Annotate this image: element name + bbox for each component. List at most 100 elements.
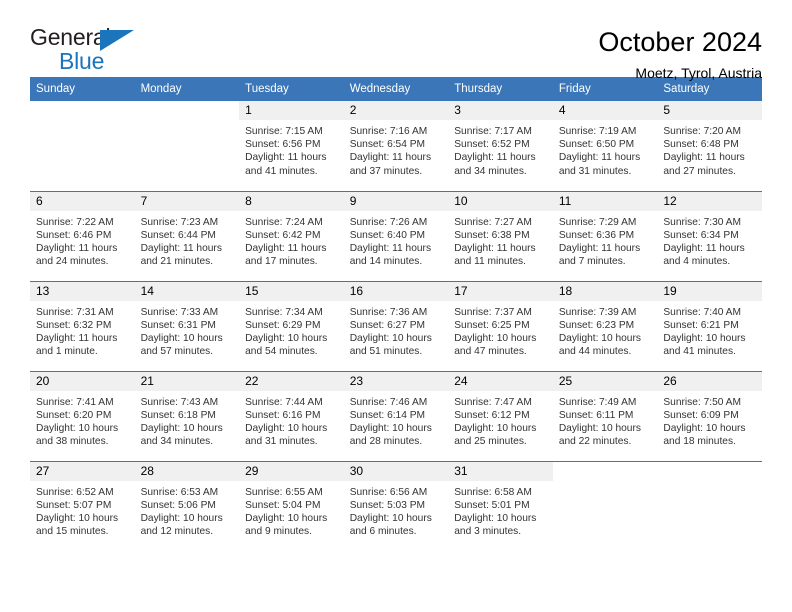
calendar-cell[interactable]: 3 Sunrise: 7:17 AM Sunset: 6:52 PM Dayli…: [448, 101, 553, 191]
calendar-cell[interactable]: 15 Sunrise: 7:34 AM Sunset: 6:29 PM Dayl…: [239, 280, 344, 371]
day-number: [135, 101, 240, 120]
day-details: Sunrise: 7:31 AM Sunset: 6:32 PM Dayligh…: [30, 301, 135, 359]
day-number: 28: [134, 461, 240, 481]
day-details: Sunrise: 6:56 AM Sunset: 5:03 PM Dayligh…: [344, 481, 449, 539]
sunset-text: Sunset: 6:09 PM: [663, 409, 739, 421]
calendar-week-row: 27 Sunrise: 6:52 AM Sunset: 5:07 PM Dayl…: [30, 460, 762, 551]
sunset-text: Sunset: 6:50 PM: [558, 139, 635, 151]
calendar-cell[interactable]: 5 Sunrise: 7:20 AM Sunset: 6:48 PM Dayli…: [657, 101, 762, 191]
calendar-cell[interactable]: 2 Sunrise: 7:16 AM Sunset: 6:54 PM Dayli…: [343, 101, 449, 191]
day-number: 10: [448, 191, 553, 211]
calendar-cell[interactable]: [30, 101, 135, 191]
general-blue-logo[interactable]: General Blue: [30, 26, 142, 74]
sunrise-text: Sunrise: 6:55 AM: [245, 486, 323, 498]
daylight-text-line2: and 57 minutes.: [140, 346, 214, 358]
calendar-cell[interactable]: 10 Sunrise: 7:27 AM Sunset: 6:38 PM Dayl…: [448, 190, 553, 281]
sunrise-text: Sunrise: 6:52 AM: [36, 486, 114, 498]
sunrise-sunset-calendar: Sunday Monday Tuesday Wednesday Thursday…: [30, 77, 762, 551]
sunrise-text: Sunrise: 7:29 AM: [558, 216, 637, 228]
calendar-cell[interactable]: 11 Sunrise: 7:29 AM Sunset: 6:36 PM Dayl…: [552, 190, 658, 281]
day-details: Sunrise: 7:49 AM Sunset: 6:11 PM Dayligh…: [553, 391, 658, 449]
sunrise-text: Sunrise: 7:19 AM: [558, 126, 637, 137]
calendar-cell[interactable]: 4 Sunrise: 7:19 AM Sunset: 6:50 PM Dayli…: [552, 101, 658, 191]
calendar-cell[interactable]: 26 Sunrise: 7:50 AM Sunset: 6:09 PM Dayl…: [657, 370, 762, 461]
calendar-cell[interactable]: 29 Sunrise: 6:55 AM Sunset: 5:04 PM Dayl…: [239, 460, 344, 551]
sunrise-text: Sunrise: 7:20 AM: [663, 126, 741, 137]
day-cell: 17 Sunrise: 7:37 AM Sunset: 6:25 PM Dayl…: [448, 281, 553, 371]
sunset-text: Sunset: 6:52 PM: [454, 139, 530, 151]
calendar-cell[interactable]: 17 Sunrise: 7:37 AM Sunset: 6:25 PM Dayl…: [448, 280, 553, 371]
calendar-cell[interactable]: 23 Sunrise: 7:46 AM Sunset: 6:14 PM Dayl…: [343, 370, 449, 461]
daylight-text-line1: Daylight: 11 hours: [663, 152, 745, 164]
calendar-cell[interactable]: 22 Sunrise: 7:44 AM Sunset: 6:16 PM Dayl…: [239, 370, 344, 461]
sunrise-text: Sunrise: 6:56 AM: [349, 486, 428, 498]
day-number: 7: [134, 191, 240, 211]
calendar-cell[interactable]: 24 Sunrise: 7:47 AM Sunset: 6:12 PM Dayl…: [448, 370, 553, 461]
sunrise-text: Sunrise: 7:27 AM: [454, 216, 532, 228]
day-number: [30, 101, 135, 120]
day-details: [30, 120, 135, 125]
sunset-text: Sunset: 6:21 PM: [663, 319, 739, 331]
calendar-cell[interactable]: 31 Sunrise: 6:58 AM Sunset: 5:01 PM Dayl…: [448, 460, 553, 551]
calendar-cell[interactable]: 1 Sunrise: 7:15 AM Sunset: 6:56 PM Dayli…: [239, 101, 344, 191]
day-details: Sunrise: 7:40 AM Sunset: 6:21 PM Dayligh…: [657, 301, 762, 359]
day-number: 11: [552, 191, 658, 211]
daylight-text-line1: Daylight: 11 hours: [245, 152, 327, 164]
day-cell: 18 Sunrise: 7:39 AM Sunset: 6:23 PM Dayl…: [552, 281, 658, 371]
sunrise-text: Sunrise: 7:37 AM: [454, 306, 532, 318]
sunset-text: Sunset: 6:48 PM: [663, 139, 739, 151]
logo-triangle-icon: [100, 30, 134, 51]
sunset-text: Sunset: 6:27 PM: [349, 319, 426, 331]
calendar-cell[interactable]: 18 Sunrise: 7:39 AM Sunset: 6:23 PM Dayl…: [552, 280, 658, 371]
day-number: 29: [239, 461, 344, 481]
day-details: [553, 481, 658, 486]
daylight-text-line2: and 38 minutes.: [36, 436, 109, 448]
calendar-cell[interactable]: 27 Sunrise: 6:52 AM Sunset: 5:07 PM Dayl…: [30, 460, 135, 551]
daylight-text-line2: and 3 minutes.: [454, 526, 522, 538]
calendar-cell[interactable]: 9 Sunrise: 7:26 AM Sunset: 6:40 PM Dayli…: [343, 190, 449, 281]
day-number: 16: [343, 281, 449, 301]
calendar-cell[interactable]: 28 Sunrise: 6:53 AM Sunset: 5:06 PM Dayl…: [134, 460, 240, 551]
day-number: 31: [448, 461, 553, 481]
sunrise-text: Sunrise: 7:22 AM: [36, 216, 114, 228]
day-cell: 9 Sunrise: 7:26 AM Sunset: 6:40 PM Dayli…: [343, 191, 449, 281]
daylight-text-line1: Daylight: 10 hours: [349, 512, 432, 524]
daylight-text-line2: and 18 minutes.: [663, 436, 736, 448]
day-number: 6: [30, 191, 135, 211]
calendar-week-row: 13 Sunrise: 7:31 AM Sunset: 6:32 PM Dayl…: [30, 280, 762, 371]
calendar-cell[interactable]: 14 Sunrise: 7:33 AM Sunset: 6:31 PM Dayl…: [134, 280, 240, 371]
day-details: Sunrise: 7:47 AM Sunset: 6:12 PM Dayligh…: [448, 391, 553, 449]
day-cell: 6 Sunrise: 7:22 AM Sunset: 6:46 PM Dayli…: [30, 191, 135, 281]
daylight-text-line2: and 41 minutes.: [663, 346, 736, 358]
day-number: 25: [552, 371, 658, 391]
calendar-cell[interactable]: 6 Sunrise: 7:22 AM Sunset: 6:46 PM Dayli…: [30, 190, 135, 281]
day-details: Sunrise: 7:29 AM Sunset: 6:36 PM Dayligh…: [553, 211, 658, 269]
calendar-cell[interactable]: 20 Sunrise: 7:41 AM Sunset: 6:20 PM Dayl…: [30, 370, 135, 461]
day-number: 26: [657, 371, 762, 391]
day-details: Sunrise: 7:37 AM Sunset: 6:25 PM Dayligh…: [448, 301, 553, 359]
calendar-cell[interactable]: [657, 460, 762, 551]
calendar-cell[interactable]: 21 Sunrise: 7:43 AM Sunset: 6:18 PM Dayl…: [134, 370, 240, 461]
calendar-cell[interactable]: 16 Sunrise: 7:36 AM Sunset: 6:27 PM Dayl…: [343, 280, 449, 371]
calendar-cell[interactable]: 25 Sunrise: 7:49 AM Sunset: 6:11 PM Dayl…: [552, 370, 658, 461]
calendar-cell[interactable]: 12 Sunrise: 7:30 AM Sunset: 6:34 PM Dayl…: [657, 190, 762, 281]
day-number: 23: [343, 371, 449, 391]
calendar-cell[interactable]: 13 Sunrise: 7:31 AM Sunset: 6:32 PM Dayl…: [30, 280, 135, 371]
weekday-header-monday: Monday: [134, 77, 240, 101]
calendar-cell[interactable]: [552, 460, 658, 551]
sunrise-text: Sunrise: 7:36 AM: [349, 306, 428, 318]
daylight-text-line1: Daylight: 11 hours: [558, 242, 641, 254]
calendar-cell[interactable]: 19 Sunrise: 7:40 AM Sunset: 6:21 PM Dayl…: [657, 280, 762, 371]
calendar-cell[interactable]: 7 Sunrise: 7:23 AM Sunset: 6:44 PM Dayli…: [134, 190, 240, 281]
sunset-text: Sunset: 5:04 PM: [245, 499, 321, 511]
sunrise-text: Sunrise: 7:31 AM: [36, 306, 114, 318]
sunset-text: Sunset: 6:25 PM: [454, 319, 530, 331]
day-number: 30: [343, 461, 449, 481]
calendar-cell[interactable]: 30 Sunrise: 6:56 AM Sunset: 5:03 PM Dayl…: [343, 460, 449, 551]
day-number: 22: [239, 371, 344, 391]
calendar-cell[interactable]: 8 Sunrise: 7:24 AM Sunset: 6:42 PM Dayli…: [239, 190, 344, 281]
day-cell: 23 Sunrise: 7:46 AM Sunset: 6:14 PM Dayl…: [343, 371, 449, 461]
sunset-text: Sunset: 6:32 PM: [36, 319, 112, 331]
calendar-cell[interactable]: [135, 101, 240, 191]
day-cell: 2 Sunrise: 7:16 AM Sunset: 6:54 PM Dayli…: [343, 101, 449, 191]
